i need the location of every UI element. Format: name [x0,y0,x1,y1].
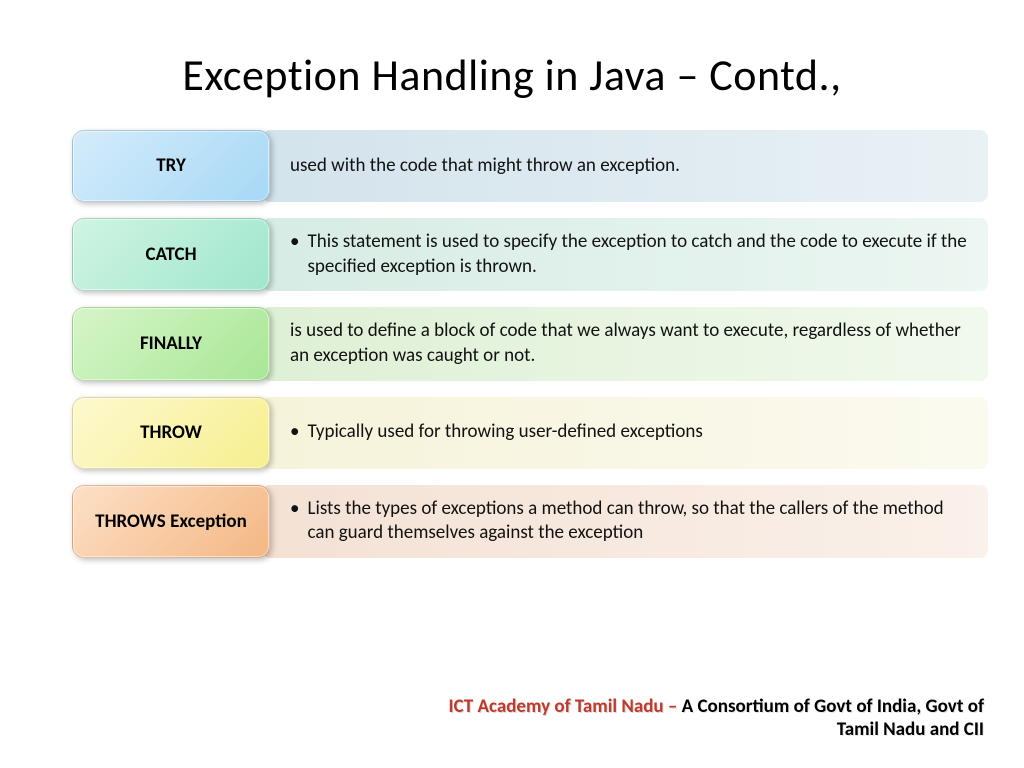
bullet-icon: • [290,230,299,255]
row-throw: THROW • Typically used for throwing user… [72,397,988,469]
slide-title: Exception Handling in Java – Contd., [0,0,1024,130]
desc-throw: • Typically used for throwing user-defin… [262,397,988,469]
desc-throw-text: Typically used for throwing user-defined… [307,420,702,445]
desc-throws-text: Lists the types of exceptions a method c… [307,497,970,546]
footer-org: ICT Academy of Tamil Nadu – [449,695,682,718]
footer-rest: A Consortium of Govt of India, Govt of T… [682,695,984,742]
desc-catch: • This statement is used to specify the … [262,218,988,291]
row-throws: THROWS Exception • Lists the types of ex… [72,485,988,558]
desc-try-text: used with the code that might throw an e… [290,154,680,179]
label-throw: THROW [72,397,270,469]
desc-throws: • Lists the types of exceptions a method… [262,485,988,558]
row-try: TRY used with the code that might throw … [72,130,988,202]
row-finally: FINALLY is used to define a block of cod… [72,307,988,380]
label-catch: CATCH [72,218,270,291]
definition-list: TRY used with the code that might throw … [0,130,1024,558]
label-try: TRY [72,130,270,202]
label-finally: FINALLY [72,307,270,380]
footer-attribution: ICT Academy of Tamil Nadu – A Consortium… [424,695,984,743]
desc-finally-text: is used to define a block of code that w… [290,319,970,368]
desc-try: used with the code that might throw an e… [262,130,988,202]
label-throws: THROWS Exception [72,485,270,558]
bullet-icon: • [290,420,299,445]
desc-finally: is used to define a block of code that w… [262,307,988,380]
row-catch: CATCH • This statement is used to specif… [72,218,988,291]
bullet-icon: • [290,497,299,522]
desc-catch-text: This statement is used to specify the ex… [307,230,970,279]
